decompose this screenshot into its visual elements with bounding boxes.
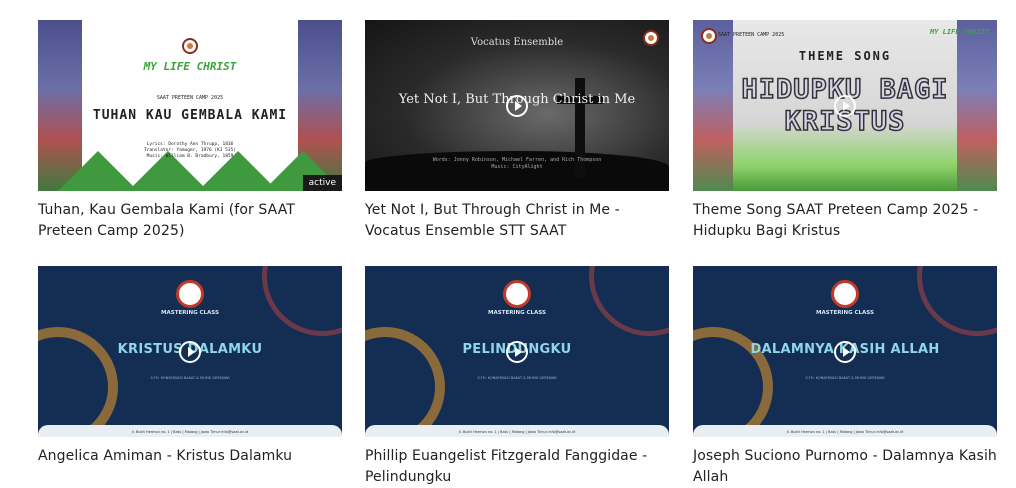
thumb-footer: Jl. Bukit Hermon no. 1 | Batu | Malang |… [786, 430, 904, 434]
saat-logo-icon [701, 28, 717, 44]
saat-logo-icon [831, 280, 859, 308]
thumb-ensemble: Vocatus Ensemble [470, 37, 564, 48]
play-icon[interactable] [834, 340, 856, 363]
thumb-footer: Jl. Bukit Hermon no. 1 | Batu | Malang |… [458, 430, 576, 434]
credit-line: Music: William B. Bradbury, 1859 [146, 154, 234, 159]
thumb-credits: Words: Jonny Robinson, Michael Farren, a… [365, 157, 669, 171]
decorative-ring [917, 266, 997, 336]
video-card-2[interactable]: Vocatus Ensemble Yet Not I, But Through … [365, 20, 669, 242]
thumb-subtitle: SAAT PRETEEN CAMP 2025 [156, 95, 224, 101]
active-badge: active [302, 175, 342, 191]
video-card-1[interactable]: MY LIFE CHRIST SAAT PRETEEN CAMP 2025 TU… [38, 20, 342, 242]
video-thumbnail[interactable]: MASTERING CLASS DALAMNYA KASIH ALLAH S.T… [693, 266, 997, 437]
thumb-brand: MY LIFE CHRIST [929, 28, 989, 36]
thumb-class-label: MASTERING CLASS [488, 310, 546, 316]
video-card-6[interactable]: MASTERING CLASS DALAMNYA KASIH ALLAH S.T… [693, 266, 997, 488]
thumb-program: S.TH. KONSERVASI BAKAT & MUSIK GEREJAWI [477, 376, 557, 380]
video-card-5[interactable]: MASTERING CLASS PELINDUNGKU S.TH. KONSER… [365, 266, 669, 488]
video-title[interactable]: Angelica Amiman - Kristus Dalamku [38, 446, 342, 467]
play-icon[interactable] [179, 340, 201, 363]
thumb-program: S.TH. KONSERVASI BAKAT & MUSIK GEREJAWI [150, 376, 230, 380]
video-title[interactable]: Tuhan, Kau Gembala Kami (for SAAT Pretee… [38, 200, 342, 242]
video-thumbnail[interactable]: MY LIFE CHRIST SAAT PRETEEN CAMP 2025 TU… [38, 20, 342, 191]
saat-logo-icon [176, 280, 204, 308]
thumb-class-label: MASTERING CLASS [816, 310, 874, 316]
play-icon[interactable] [506, 340, 528, 363]
thumb-heading: TUHAN KAU GEMBALA KAMI [92, 108, 288, 123]
credit-line: Words: Jonny Robinson, Michael Farren, a… [432, 157, 602, 163]
thumb-brand: MY LIFE CHRIST [143, 60, 237, 73]
decorative-ring [262, 266, 342, 336]
video-card-3[interactable]: SAAT PRETEEN CAMP 2025 MY LIFE CHRIST TH… [693, 20, 997, 242]
video-thumbnail[interactable]: Vocatus Ensemble Yet Not I, But Through … [365, 20, 669, 191]
decorative-ring [589, 266, 669, 336]
saat-logo-icon [182, 38, 198, 54]
video-thumbnail[interactable]: MASTERING CLASS PELINDUNGKU S.TH. KONSER… [365, 266, 669, 437]
thumb-credits: Lyrics: Dorothy Ann Thrupp, 1836 Transla… [38, 142, 342, 160]
thumb-label: THEME SONG [798, 49, 892, 63]
saat-logo-icon [503, 280, 531, 308]
video-thumbnail[interactable]: MASTERING CLASS KRISTUS DALAMKU S.TH. KO… [38, 266, 342, 437]
video-title[interactable]: Yet Not I, But Through Christ in Me - Vo… [365, 200, 669, 242]
video-thumbnail[interactable]: SAAT PRETEEN CAMP 2025 MY LIFE CHRIST TH… [693, 20, 997, 191]
credit-line: Music: CityAlight [491, 164, 543, 170]
video-card-4[interactable]: MASTERING CLASS KRISTUS DALAMKU S.TH. KO… [38, 266, 342, 467]
saat-logo-icon [643, 30, 659, 46]
video-title[interactable]: Theme Song SAAT Preteen Camp 2025 - Hidu… [693, 200, 997, 242]
thumb-header: SAAT PRETEEN CAMP 2025 [718, 32, 785, 38]
play-icon[interactable] [506, 94, 528, 117]
thumb-class-label: MASTERING CLASS [161, 310, 219, 316]
thumb-program: S.TH. KONSERVASI BAKAT & MUSIK GEREJAWI [805, 376, 885, 380]
play-icon[interactable] [834, 94, 856, 117]
thumb-footer: Jl. Bukit Hermon no. 1 | Batu | Malang |… [131, 430, 249, 434]
